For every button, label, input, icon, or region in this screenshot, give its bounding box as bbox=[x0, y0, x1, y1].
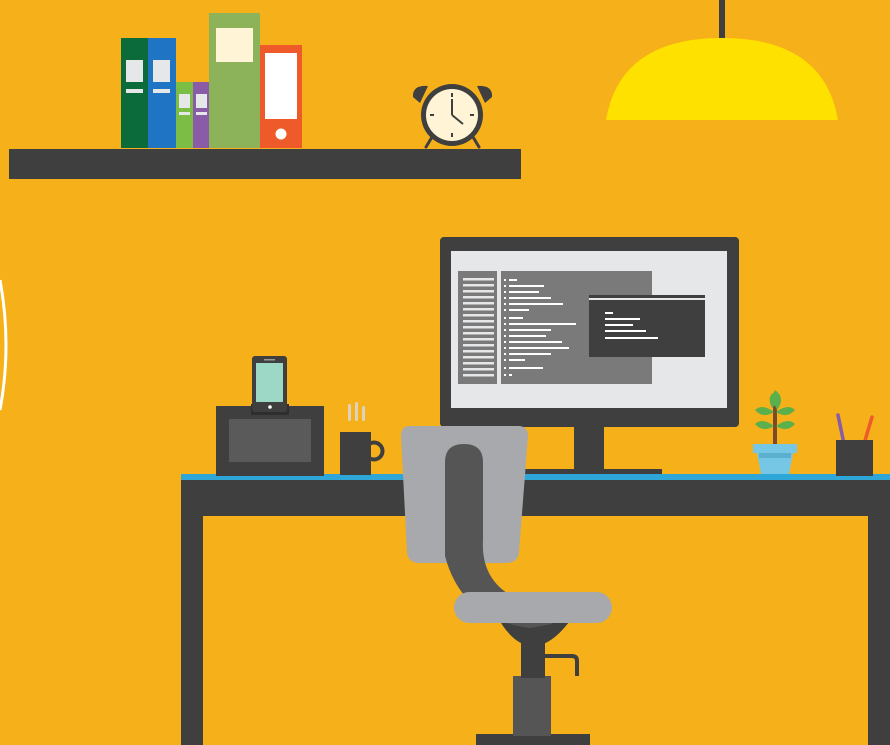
workspace-illustration bbox=[0, 0, 890, 745]
pendant-lamp-icon bbox=[606, 0, 838, 120]
lamp-shade bbox=[606, 38, 838, 120]
chair-seat bbox=[454, 592, 612, 623]
binder-icon bbox=[121, 38, 149, 148]
bookshelf-icon bbox=[9, 149, 521, 179]
binder-icon bbox=[176, 82, 193, 148]
binder-icon bbox=[209, 13, 260, 148]
potted-plant-icon bbox=[753, 390, 797, 474]
terminal-window-icon bbox=[589, 295, 705, 357]
phone-dock-icon bbox=[216, 404, 324, 476]
chair-column-lower bbox=[513, 676, 551, 736]
binder-icon bbox=[260, 45, 302, 148]
desk-leg-right bbox=[868, 510, 890, 745]
alarm-clock-icon bbox=[412, 84, 493, 149]
monitor-stand-neck bbox=[574, 424, 604, 472]
workspace-svg bbox=[0, 0, 890, 745]
chair-lever bbox=[545, 654, 579, 676]
binder-icon bbox=[193, 82, 210, 148]
lamp-cord bbox=[719, 0, 725, 40]
left-edge-curve bbox=[0, 279, 8, 411]
binder-icon bbox=[148, 38, 176, 148]
pencil-cup-icon bbox=[836, 413, 874, 476]
coffee-mug-icon bbox=[340, 402, 385, 475]
shelf-board bbox=[9, 149, 521, 179]
desk-top bbox=[181, 476, 890, 516]
smartphone-icon bbox=[252, 356, 287, 412]
desk-leg-left bbox=[181, 510, 203, 745]
